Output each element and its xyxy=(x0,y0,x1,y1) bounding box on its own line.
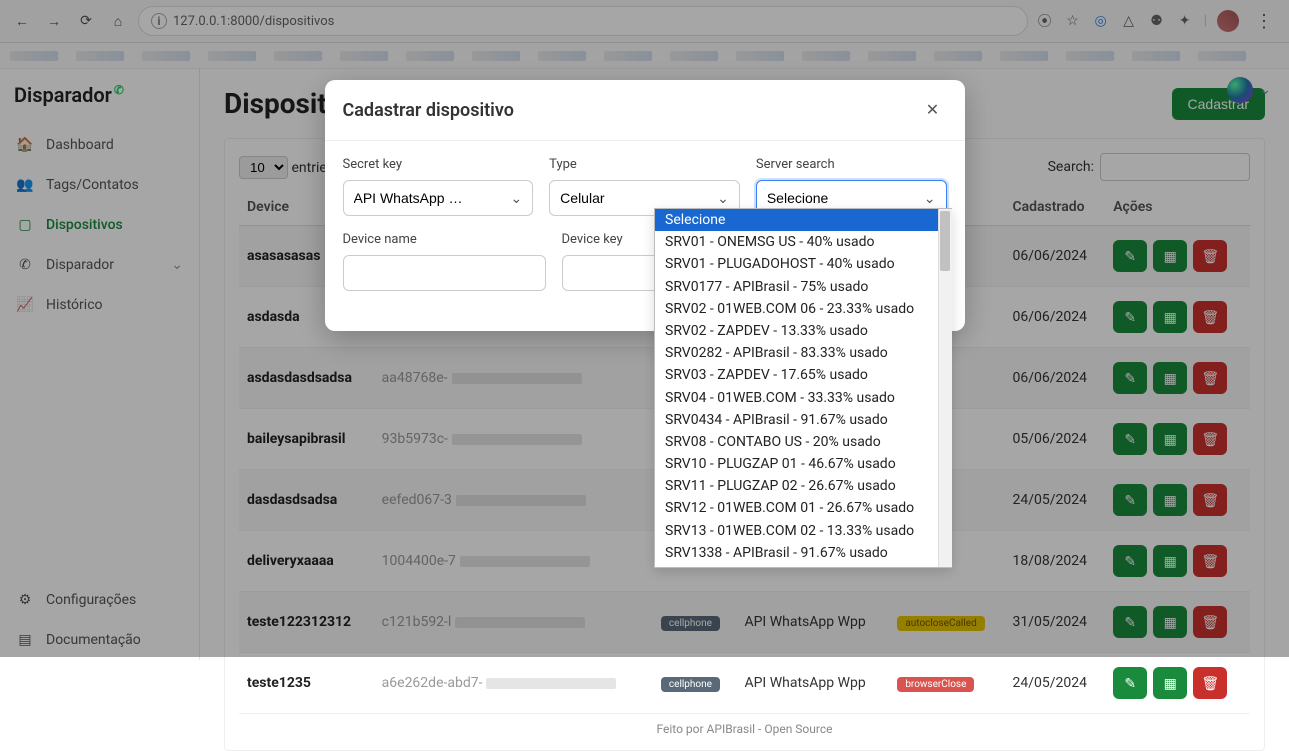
server-option[interactable]: SRV13 - 01WEB.COM 02 - 13.33% usado xyxy=(655,520,952,542)
server-option[interactable]: SRV11 - PLUGZAP 02 - 26.67% usado xyxy=(655,475,952,497)
type-value: Celular xyxy=(560,190,604,206)
delete-button[interactable]: 🗑 xyxy=(1193,667,1227,699)
qrcode-button[interactable]: ▦ xyxy=(1153,667,1187,699)
input-device-name[interactable] xyxy=(343,255,546,291)
label-secret-key: Secret key xyxy=(343,157,534,172)
cell-device: teste1235 xyxy=(239,653,374,714)
scrollbar-thumb[interactable] xyxy=(940,211,950,271)
pill-status: browserClose xyxy=(897,677,974,692)
server-option[interactable]: SRV0177 - APIBrasil - 75% usado xyxy=(655,276,952,298)
server-option[interactable]: SRV03 - ZAPDEV - 17.65% usado xyxy=(655,364,952,386)
table-row: teste1235a6e262de-abd7- cellphone API What… xyxy=(239,653,1250,714)
modal-header: Cadastrar dispositivo ✕ xyxy=(325,80,965,141)
edit-button[interactable]: ✎ xyxy=(1113,667,1147,699)
server-search-value: Selecione xyxy=(767,190,829,206)
server-option[interactable]: SRV0434 - APIBrasil - 91.67% usado xyxy=(655,409,952,431)
server-option[interactable]: SRV12 - 01WEB.COM 01 - 26.67% usado xyxy=(655,497,952,519)
server-option[interactable]: SRV02 - 01WEB.COM 06 - 23.33% usado xyxy=(655,298,952,320)
server-option[interactable]: SRV01 - PLUGADOHOST - 40% usado xyxy=(655,253,952,275)
cell-key: a6e262de-abd7- xyxy=(374,653,653,714)
server-option[interactable]: SRV01 - ONEMSG US - 40% usado xyxy=(655,231,952,253)
cell-type: cellphone xyxy=(653,653,737,714)
modal-overlay[interactable]: Cadastrar dispositivo ✕ Secret key API W… xyxy=(0,0,1289,657)
modal-close-button[interactable]: ✕ xyxy=(919,96,947,124)
chevron-down-icon: ⌄ xyxy=(924,190,936,207)
select-secret-key[interactable]: API WhatsApp Wpp ⌄ xyxy=(343,180,534,216)
server-option[interactable]: SRV1338 - APIBrasil - 91.67% usado xyxy=(655,542,952,564)
cell-status: browserClose xyxy=(889,653,1004,714)
server-option[interactable]: Selecione xyxy=(655,209,952,231)
server-option[interactable]: SRV10 - PLUGZAP 01 - 46.67% usado xyxy=(655,453,952,475)
server-dropdown-list[interactable]: SelecioneSRV01 - ONEMSG US - 40% usadoSR… xyxy=(654,208,952,568)
server-option[interactable]: SRV08 - CONTABO US - 20% usado xyxy=(655,431,952,453)
cell-date: 24/05/2024 xyxy=(1004,653,1105,714)
scrollbar[interactable] xyxy=(938,209,952,567)
cell-api: API WhatsApp Wpp xyxy=(736,653,889,714)
server-option[interactable]: SRV02 - ZAPDEV - 13.33% usado xyxy=(655,320,952,342)
server-option[interactable]: SRV14 - 01WEB.COM 03 - 26.67% usado xyxy=(655,564,952,568)
footer-credit: Feito por APIBrasil - Open Source xyxy=(239,714,1250,736)
chevron-down-icon: ⌄ xyxy=(717,190,729,207)
server-option[interactable]: SRV04 - 01WEB.COM - 33.33% usado xyxy=(655,387,952,409)
modal-title: Cadastrar dispositivo xyxy=(343,100,514,121)
label-server-search: Server search xyxy=(756,157,947,172)
chevron-down-icon: ⌄ xyxy=(510,190,522,207)
label-type: Type xyxy=(549,157,740,172)
secret-key-value: API WhatsApp Wpp xyxy=(354,190,464,206)
pill-type: cellphone xyxy=(661,677,720,692)
cell-actions: ✎▦🗑 xyxy=(1105,653,1250,714)
label-device-name: Device name xyxy=(343,232,546,247)
server-option[interactable]: SRV0282 - APIBrasil - 83.33% usado xyxy=(655,342,952,364)
